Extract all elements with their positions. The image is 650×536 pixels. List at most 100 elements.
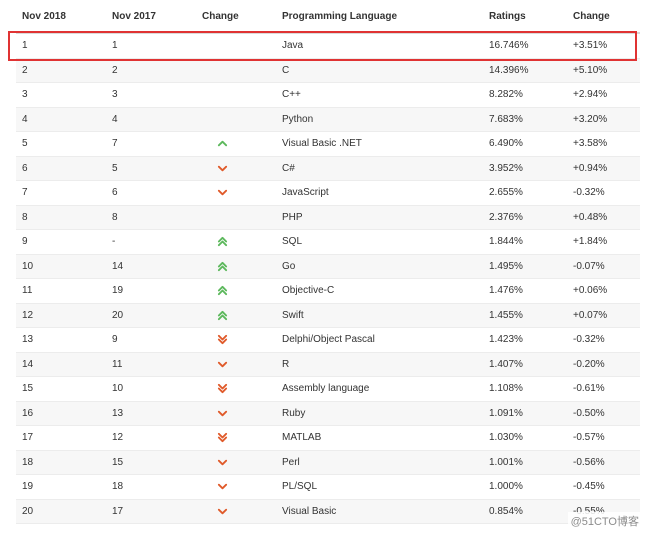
rank-2017-cell: 1 bbox=[112, 40, 118, 52]
rating-cell: 1.495% bbox=[489, 260, 523, 272]
change-cell bbox=[201, 59, 243, 83]
rank-2017-cell: 3 bbox=[112, 89, 118, 101]
rank-2018-cell: 9 bbox=[22, 236, 28, 248]
language-cell: Perl bbox=[282, 456, 300, 468]
table-row: 15 10 Assembly language 1.108% -0.61% bbox=[16, 377, 640, 402]
rating-cell: 1.407% bbox=[489, 358, 523, 370]
table-row: 12 20 Swift 1.455% +0.07% bbox=[16, 303, 640, 328]
rank-2018-cell: 13 bbox=[22, 334, 34, 346]
rank-2018-cell: 16 bbox=[22, 407, 34, 419]
rating-cell: 1.476% bbox=[489, 285, 523, 297]
rating-cell: 1.030% bbox=[489, 432, 523, 444]
table-row: 16 13 Ruby 1.091% -0.50% bbox=[16, 401, 640, 426]
language-cell: C bbox=[282, 64, 290, 76]
chevron-up-icon bbox=[217, 138, 228, 149]
rating-cell: 1.423% bbox=[489, 334, 523, 346]
rating-change-cell: +3.58% bbox=[573, 138, 608, 150]
rating-change-cell: +0.07% bbox=[573, 309, 608, 321]
header-ratings-change: Change bbox=[573, 10, 610, 22]
rank-2017-cell: 8 bbox=[112, 211, 118, 223]
rank-2017-cell: 12 bbox=[112, 432, 124, 444]
double-chevron-down-icon bbox=[217, 432, 228, 443]
rating-change-cell: +5.10% bbox=[573, 64, 608, 76]
rating-change-cell: -0.20% bbox=[573, 358, 605, 370]
rating-change-cell: -0.32% bbox=[573, 334, 605, 346]
double-chevron-down-icon bbox=[217, 334, 228, 345]
change-cell bbox=[201, 34, 243, 58]
rank-2017-cell: - bbox=[112, 236, 116, 248]
rank-2017-cell: 4 bbox=[112, 113, 118, 125]
rating-cell: 1.001% bbox=[489, 456, 523, 468]
rank-2017-cell: 13 bbox=[112, 407, 124, 419]
rating-cell: 1.108% bbox=[489, 383, 523, 395]
language-cell: Visual Basic .NET bbox=[282, 138, 362, 150]
table-row: 8 8 PHP 2.376% +0.48% bbox=[16, 205, 640, 230]
change-cell bbox=[201, 132, 243, 156]
rank-2018-cell: 15 bbox=[22, 383, 34, 395]
language-cell: Go bbox=[282, 260, 296, 272]
table-row: 11 19 Objective-C 1.476% +0.06% bbox=[16, 279, 640, 304]
rank-2018-cell: 7 bbox=[22, 187, 28, 199]
rating-change-cell: -0.07% bbox=[573, 260, 605, 272]
rank-2018-cell: 11 bbox=[22, 285, 33, 297]
language-cell: PL/SQL bbox=[282, 481, 318, 493]
language-cell: JavaScript bbox=[282, 187, 329, 199]
header-programming-language: Programming Language bbox=[282, 10, 398, 22]
language-cell: Assembly language bbox=[282, 383, 370, 395]
rank-2017-cell: 19 bbox=[112, 285, 124, 297]
rank-2017-cell: 17 bbox=[112, 505, 124, 517]
rating-change-cell: +0.94% bbox=[573, 162, 608, 174]
rank-2017-cell: 15 bbox=[112, 456, 124, 468]
rating-change-cell: +3.51% bbox=[573, 40, 608, 52]
rank-2017-cell: 10 bbox=[112, 383, 124, 395]
rating-cell: 3.952% bbox=[489, 162, 523, 174]
change-cell bbox=[201, 451, 243, 475]
language-cell: Swift bbox=[282, 309, 304, 321]
table-row: 13 9 Delphi/Object Pascal 1.423% -0.32% bbox=[16, 328, 640, 353]
rating-cell: 1.091% bbox=[489, 407, 523, 419]
rank-2017-cell: 9 bbox=[112, 334, 118, 346]
table-row: 9 - SQL 1.844% +1.84% bbox=[16, 230, 640, 255]
table-row: 2017Visual Basic0.854%-0.55% bbox=[16, 499, 640, 524]
change-cell bbox=[201, 83, 243, 107]
rating-change-cell: -0.61% bbox=[573, 383, 605, 395]
change-cell bbox=[201, 353, 243, 377]
rank-2018-cell: 18 bbox=[22, 456, 34, 468]
rank-2018-cell: 5 bbox=[22, 138, 28, 150]
table-body: 1 1 Java 16.746% +3.51% 2 2 C 14.396% +5.10% 3 3 C++… bbox=[16, 34, 640, 524]
language-cell: Java bbox=[282, 40, 304, 52]
rank-2017-cell: 20 bbox=[112, 309, 124, 321]
rank-2018-cell: 19 bbox=[22, 481, 34, 493]
double-chevron-up-icon bbox=[217, 236, 228, 247]
table-row: 5 7 Visual Basic .NET 6.490% +3.58% bbox=[16, 132, 640, 157]
ranking-table: Nov 2018 Nov 2017 Change Programming Lan… bbox=[16, 0, 640, 524]
language-cell: MATLAB bbox=[282, 432, 322, 444]
change-cell bbox=[201, 157, 243, 181]
change-cell bbox=[201, 206, 243, 230]
chevron-down-icon bbox=[217, 163, 228, 174]
rating-cell: 1.455% bbox=[489, 309, 523, 321]
rating-change-cell: -0.56% bbox=[573, 456, 605, 468]
watermark: @51CTO博客 bbox=[567, 512, 642, 530]
language-cell: Ruby bbox=[282, 407, 306, 419]
double-chevron-up-icon bbox=[217, 261, 228, 272]
rank-2018-cell: 14 bbox=[22, 358, 34, 370]
table-row: 10 14 Go 1.495% -0.07% bbox=[16, 254, 640, 279]
rating-cell: 2.376% bbox=[489, 211, 523, 223]
header-nov-2018: Nov 2018 bbox=[22, 10, 66, 22]
chevron-down-icon bbox=[217, 506, 228, 517]
header-ratings: Ratings bbox=[489, 10, 526, 22]
header-change: Change bbox=[202, 10, 239, 22]
rating-cell: 7.683% bbox=[489, 113, 523, 125]
rank-2018-cell: 10 bbox=[22, 260, 34, 272]
rank-2017-cell: 18 bbox=[112, 481, 124, 493]
table-row: 7 6 JavaScript 2.655% -0.32% bbox=[16, 181, 640, 206]
table-row: 17 12 MATLAB 1.030% -0.57% bbox=[16, 426, 640, 451]
change-cell bbox=[201, 230, 243, 254]
rank-2017-cell: 11 bbox=[112, 358, 123, 370]
change-cell bbox=[201, 475, 243, 499]
rank-2018-cell: 17 bbox=[22, 432, 34, 444]
language-cell: SQL bbox=[282, 236, 303, 248]
change-cell bbox=[201, 279, 243, 303]
change-cell bbox=[201, 255, 243, 279]
